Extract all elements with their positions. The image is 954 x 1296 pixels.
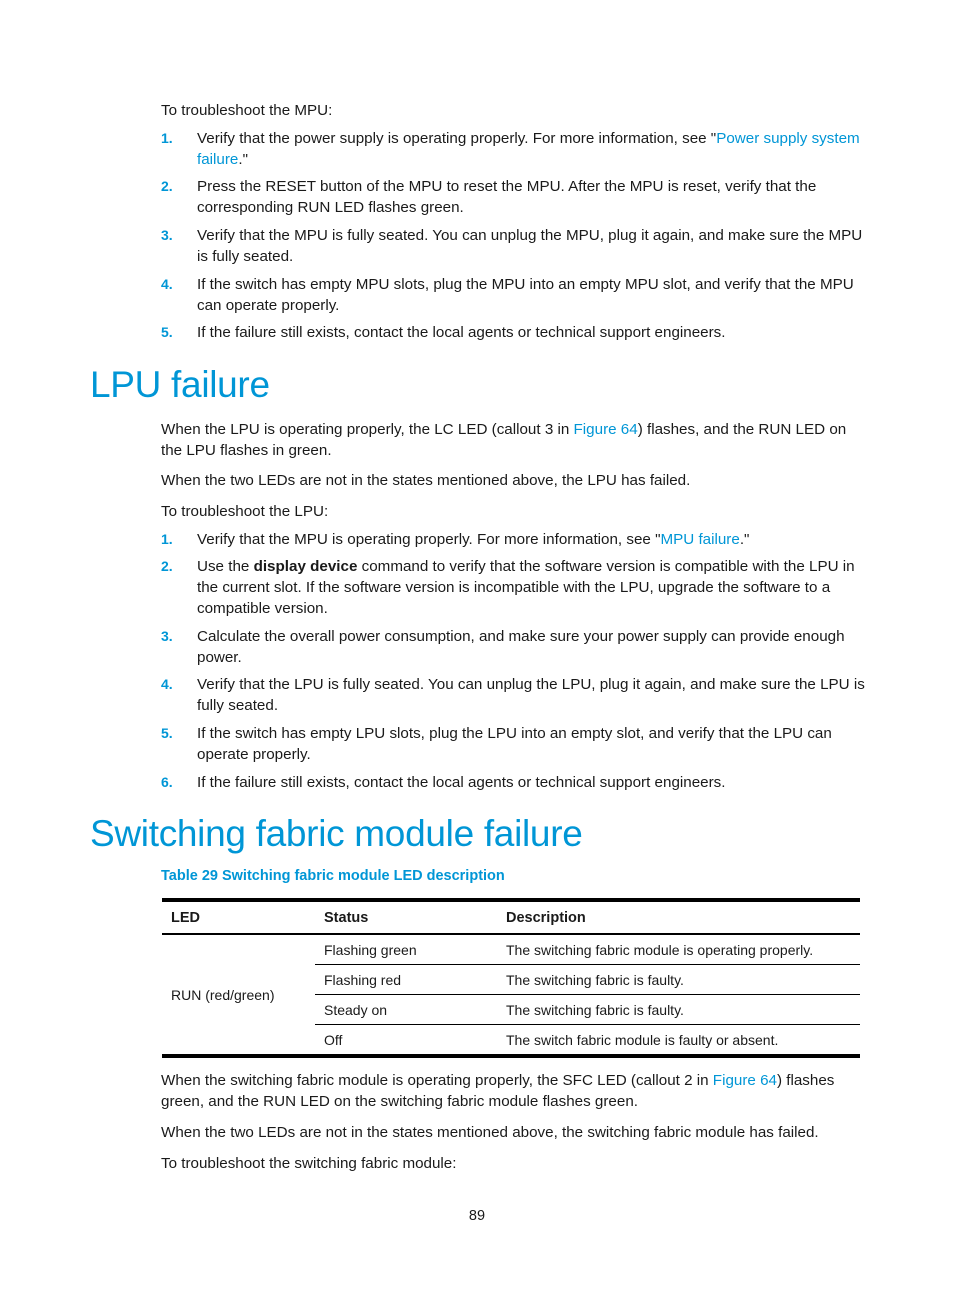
step-number: 4.: [161, 676, 173, 692]
step-text: Verify that the MPU is fully seated. You…: [197, 227, 863, 265]
step-text: If the switch has empty LPU slots, plug …: [197, 725, 832, 763]
step-text: Press the RESET button of the MPU to res…: [197, 178, 817, 216]
table-caption: Table 29 Switching fabric module LED des…: [161, 868, 505, 884]
header-status: Status: [324, 910, 369, 926]
lpu-para-1: When the LPU is operating properly, the …: [161, 419, 866, 461]
description-cell: The switching fabric module is operating…: [497, 934, 860, 965]
step-text-before: Verify that the power supply is operatin…: [197, 130, 717, 147]
step-text: Verify that the MPU is operating properl…: [197, 529, 867, 550]
step-text: Calculate the overall power consumption,…: [197, 628, 845, 666]
step-number: 5.: [161, 725, 173, 741]
step-text-after: .": [739, 531, 750, 548]
led-description-table: LED Status Description RUN (red/green) F…: [162, 898, 860, 1058]
step-text: Verify that the power supply is operatin…: [197, 128, 867, 170]
led-cell: RUN (red/green): [162, 934, 315, 1058]
description-cell: The switch fabric module is faulty or ab…: [497, 1024, 860, 1058]
status-cell: Flashing red: [315, 964, 497, 995]
sfm-intro: To troubleshoot the switching fabric mod…: [161, 1155, 457, 1172]
description-cell: The switching fabric is faulty.: [497, 994, 860, 1025]
command-name: display device: [253, 558, 358, 575]
sfm-failure-heading: Switching fabric module failure: [90, 813, 583, 854]
description-cell: The switching fabric is faulty.: [497, 964, 860, 995]
step-text: Use the display device command to verify…: [197, 556, 867, 619]
table-header-row: LED Status Description: [162, 900, 860, 934]
step-number: 3.: [161, 227, 173, 243]
step-number: 3.: [161, 628, 173, 644]
step-text: Verify that the LPU is fully seated. You…: [197, 676, 865, 714]
sfm-para-2: When the two LEDs are not in the states …: [161, 1124, 819, 1141]
header-led: LED: [171, 910, 200, 926]
step-number: 2.: [161, 178, 173, 194]
step-number: 6.: [161, 774, 173, 790]
para-text-before: When the switching fabric module is oper…: [161, 1072, 713, 1089]
lpu-failure-heading: LPU failure: [90, 364, 270, 405]
mpu-failure-link[interactable]: MPU failure: [660, 531, 739, 548]
status-cell: Flashing green: [315, 934, 497, 965]
step-text: If the failure still exists, contact the…: [197, 774, 726, 791]
page-number: 89: [468, 1208, 486, 1224]
step-text: If the failure still exists, contact the…: [197, 324, 726, 341]
figure-64-link[interactable]: Figure 64: [713, 1072, 777, 1089]
step-text-after: .": [238, 151, 248, 168]
step-text: If the switch has empty MPU slots, plug …: [197, 276, 854, 314]
status-cell: Steady on: [315, 994, 497, 1025]
mpu-intro: To troubleshoot the MPU:: [161, 102, 333, 119]
step-number: 1.: [161, 130, 173, 146]
step-number: 2.: [161, 558, 173, 574]
table-row: RUN (red/green) Flashing green The switc…: [162, 934, 860, 1058]
lpu-intro: To troubleshoot the LPU:: [161, 503, 329, 520]
step-number: 5.: [161, 324, 173, 340]
document-page: To troubleshoot the MPU: 1. Verify that …: [0, 0, 954, 1296]
step-text-before: Use the: [197, 558, 254, 575]
header-description: Description: [506, 910, 586, 926]
step-number: 1.: [161, 531, 173, 547]
step-text-before: Verify that the MPU is operating properl…: [197, 531, 661, 548]
step-number: 4.: [161, 276, 173, 292]
para-text-before: When the LPU is operating properly, the …: [161, 421, 574, 438]
sfm-para-1: When the switching fabric module is oper…: [161, 1070, 866, 1112]
status-cell: Off: [315, 1024, 497, 1058]
figure-64-link[interactable]: Figure 64: [574, 421, 638, 438]
lpu-para-2: When the two LEDs are not in the states …: [161, 472, 691, 489]
